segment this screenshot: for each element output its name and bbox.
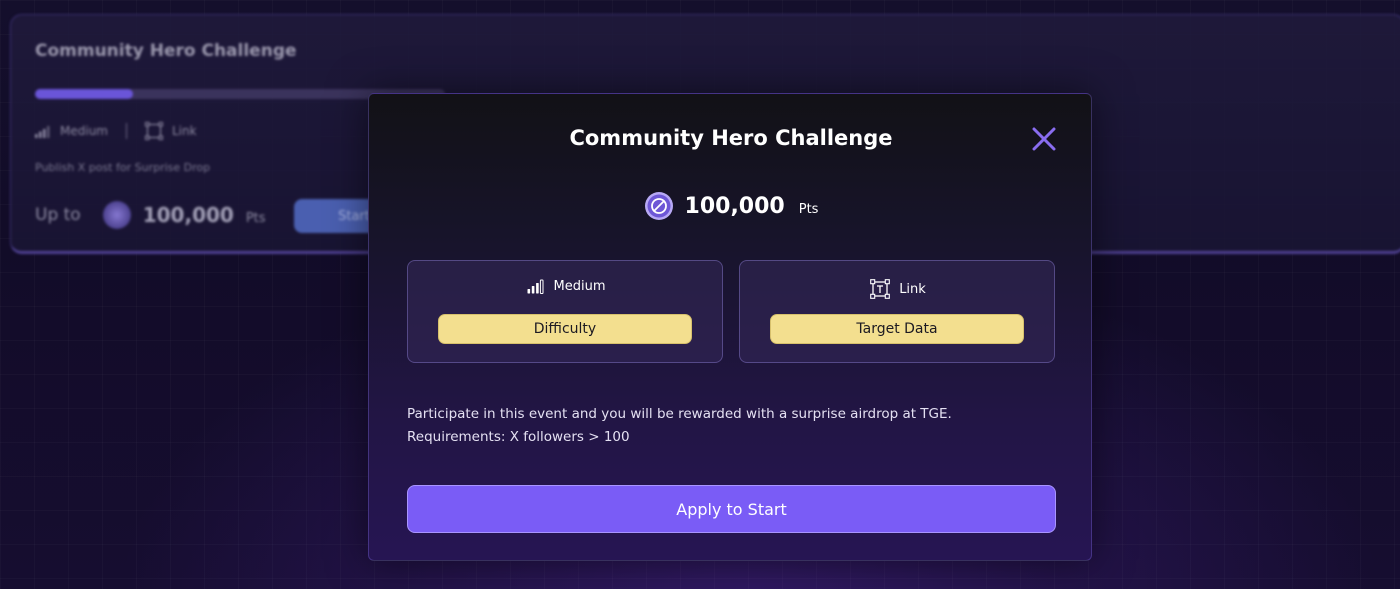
difficulty-pill: Difficulty [438, 314, 692, 344]
modal-title: Community Hero Challenge [569, 126, 893, 150]
difficulty-value: Medium [553, 279, 606, 294]
points-coin-icon [644, 191, 674, 221]
background-progress-fill [35, 89, 134, 99]
close-button[interactable] [1030, 125, 1058, 153]
close-icon[interactable] [1030, 125, 1058, 153]
text-box-icon [144, 122, 163, 140]
points-unit: Pts [798, 202, 819, 217]
points-coin-icon [102, 201, 131, 229]
challenge-description: Participate in this event and you will b… [407, 403, 1057, 449]
target-data-card: Link Target Data [739, 260, 1055, 363]
target-data-header: Link [740, 279, 1056, 299]
apply-to-start-button[interactable]: Apply to Start [407, 485, 1056, 533]
background-reward-unit: Pts [245, 210, 266, 226]
points-reward: 100,000 Pts [369, 191, 1093, 221]
background-difficulty-label: Medium [60, 124, 108, 138]
background-target-label: Link [171, 124, 197, 138]
background-reward-row: Up to 100,000 Pts [35, 201, 266, 229]
background-reward-value: 100,000 [142, 203, 234, 227]
signal-bars-icon [527, 279, 545, 294]
points-value: 100,000 [684, 193, 785, 219]
background-card-meta: Medium Link [35, 122, 197, 140]
description-line: Participate in this event and you will b… [407, 406, 952, 422]
signal-bars-icon [35, 125, 51, 138]
challenge-modal: Community Hero Challenge 100,000 Pts Med… [368, 93, 1092, 561]
target-data-pill: Target Data [770, 314, 1024, 344]
difficulty-card: Medium Difficulty [407, 260, 723, 363]
requirements-line: Requirements: X followers > 100 [407, 429, 630, 445]
background-card-description: Publish X post for Surprise Drop [35, 161, 211, 174]
background-card-title: Community Hero Challenge [35, 41, 297, 61]
text-box-icon [870, 279, 891, 299]
target-data-value: Link [899, 281, 926, 297]
background-reward-prefix: Up to [35, 205, 81, 225]
meta-divider [125, 123, 127, 139]
difficulty-header: Medium [408, 279, 724, 294]
